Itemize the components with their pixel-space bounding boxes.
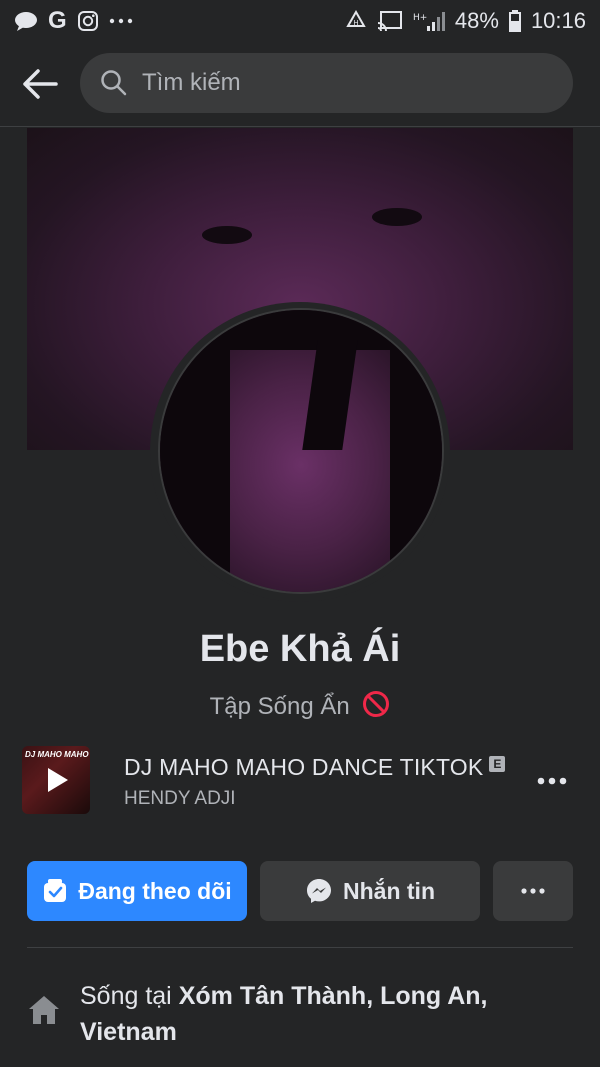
following-check-icon bbox=[44, 879, 67, 902]
more-dots-icon bbox=[521, 888, 545, 894]
play-icon[interactable] bbox=[46, 766, 70, 794]
profile-bio: Tập Sống Ẩn bbox=[0, 690, 600, 725]
song-title-text: DJ MAHO MAHO DANCE TIKTOK bbox=[124, 754, 484, 780]
cover-eye bbox=[372, 208, 422, 226]
prohibited-icon bbox=[362, 690, 390, 725]
profile-bio-text: Tập Sống Ẩn bbox=[209, 692, 350, 720]
avatar-hair bbox=[302, 340, 358, 450]
arrow-left-icon bbox=[23, 69, 58, 99]
more-dots-icon bbox=[109, 18, 133, 24]
header-divider bbox=[0, 126, 600, 127]
back-button[interactable] bbox=[20, 64, 60, 104]
profile-music[interactable]: DJ MAHO MAHO DJ MAHO MAHO DANCE TIKTOK E … bbox=[22, 746, 578, 816]
clock: 10:16 bbox=[530, 8, 586, 33]
google-icon: G bbox=[48, 7, 67, 34]
search-icon bbox=[101, 70, 127, 96]
svg-text:H: H bbox=[353, 19, 358, 27]
status-bar: G H H+ 48% 10:16 bbox=[0, 0, 600, 42]
message-button[interactable]: Nhắn tin bbox=[260, 861, 480, 921]
music-more-button[interactable] bbox=[532, 766, 572, 796]
album-art[interactable]: DJ MAHO MAHO bbox=[22, 746, 90, 814]
search-input[interactable]: Tìm kiếm bbox=[80, 53, 573, 113]
chat-bubble-icon bbox=[14, 11, 38, 31]
lives-in-text: Sống tại Xóm Tân Thành, Long An, Vietnam bbox=[80, 978, 560, 1050]
cast-icon bbox=[377, 10, 403, 32]
messenger-icon bbox=[307, 879, 331, 903]
more-dots-icon bbox=[537, 777, 567, 785]
signal-icon: H+ bbox=[413, 10, 445, 32]
message-button-label: Nhắn tin bbox=[343, 877, 435, 904]
avatar-hair bbox=[160, 340, 230, 592]
song-title: DJ MAHO MAHO DANCE TIKTOK E bbox=[124, 754, 506, 781]
lives-in-prefix: Sống tại bbox=[80, 982, 172, 1010]
battery-icon bbox=[508, 10, 521, 32]
profile-more-button[interactable] bbox=[493, 861, 573, 921]
profile-avatar[interactable] bbox=[160, 310, 442, 592]
song-artist: HENDY ADJI bbox=[124, 788, 236, 809]
instagram-icon bbox=[77, 10, 99, 32]
section-divider bbox=[27, 947, 573, 948]
cover-eye bbox=[202, 226, 252, 244]
album-art-label: DJ MAHO MAHO bbox=[25, 750, 89, 759]
profile-name: Ebe Khả Ái bbox=[199, 628, 401, 670]
recycle-icon: H bbox=[345, 10, 367, 32]
home-icon bbox=[27, 994, 61, 1031]
avatar-hair bbox=[390, 340, 442, 592]
following-button-label: Đang theo dõi bbox=[78, 877, 232, 904]
search-placeholder: Tìm kiếm bbox=[142, 69, 241, 96]
explicit-badge: E bbox=[489, 756, 506, 772]
svg-text:H+: H+ bbox=[413, 13, 427, 23]
battery-percent: 48% bbox=[454, 8, 499, 33]
top-bar: Tìm kiếm bbox=[0, 50, 600, 116]
following-button[interactable]: Đang theo dõi bbox=[27, 861, 247, 921]
